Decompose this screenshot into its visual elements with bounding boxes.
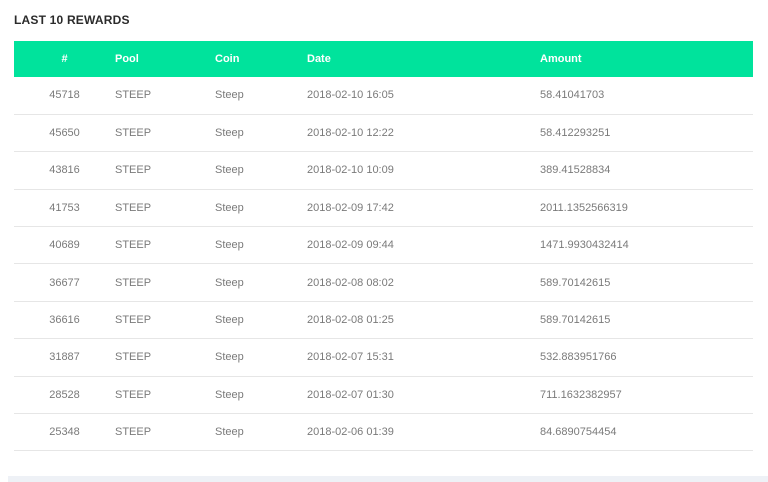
cell-pool: STEEP	[115, 388, 152, 401]
cell-date: 2018-02-10 16:05	[307, 89, 394, 102]
column-header-date: Date	[307, 53, 331, 65]
cell-num: 40689	[49, 239, 80, 252]
cell-date: 2018-02-07 15:31	[307, 351, 394, 364]
table-row: 43816 STEEP Steep 2018-02-10 10:09 389.41528…	[14, 152, 753, 190]
table-header-row: # Pool Coin Date Amount	[14, 41, 753, 77]
cell-num: 45650	[49, 127, 80, 140]
table-row: 31887 STEEP Steep 2018-02-07 15:31 532.88395…	[14, 339, 753, 377]
cell-pool: STEEP	[115, 201, 152, 214]
cell-pool: STEEP	[115, 314, 152, 327]
cell-pool: STEEP	[115, 276, 152, 289]
cell-amount: 84.6890754454	[540, 426, 617, 439]
cell-coin: Steep	[215, 388, 244, 401]
cell-coin: Steep	[215, 164, 244, 177]
cell-amount: 589.70142615	[540, 276, 611, 289]
cell-date: 2018-02-10 12:22	[307, 127, 394, 140]
cell-num: 28528	[49, 388, 80, 401]
rewards-page: LAST 10 REWARDS # Pool Coin Date Amount …	[0, 0, 768, 482]
cell-num: 41753	[49, 201, 80, 214]
table-row: 45650 STEEP Steep 2018-02-10 12:22 58.412293…	[14, 114, 753, 152]
cell-amount: 589.70142615	[540, 314, 611, 327]
cell-date: 2018-02-07 01:30	[307, 388, 394, 401]
column-header-pool: Pool	[115, 53, 139, 65]
cell-date: 2018-02-08 01:25	[307, 314, 394, 327]
cell-date: 2018-02-10 10:09	[307, 164, 394, 177]
cell-amount: 532.883951766	[540, 351, 617, 364]
cell-num: 36677	[49, 276, 80, 289]
cell-coin: Steep	[215, 426, 244, 439]
cell-coin: Steep	[215, 239, 244, 252]
cell-date: 2018-02-08 08:02	[307, 276, 394, 289]
table-row: 41753 STEEP Steep 2018-02-09 17:42 2011.1352…	[14, 189, 753, 227]
cell-num: 25348	[49, 426, 80, 439]
footer-strip	[8, 476, 768, 482]
table-row: 36616 STEEP Steep 2018-02-08 01:25 589.70142…	[14, 301, 753, 339]
table-row: 36677 STEEP Steep 2018-02-08 08:02 589.70142…	[14, 264, 753, 302]
table-row: 25348 STEEP Steep 2018-02-06 01:39 84.689075…	[14, 414, 753, 451]
cell-pool: STEEP	[115, 426, 152, 439]
cell-pool: STEEP	[115, 164, 152, 177]
cell-num: 43816	[49, 164, 80, 177]
cell-num: 36616	[49, 314, 80, 327]
column-header-amount: Amount	[540, 53, 582, 65]
cell-amount: 711.1632382957	[540, 388, 622, 401]
cell-pool: STEEP	[115, 351, 152, 364]
cell-date: 2018-02-09 09:44	[307, 239, 394, 252]
section-title: LAST 10 REWARDS	[14, 13, 130, 27]
table-row: 45718 STEEP Steep 2018-02-10 16:05 58.410417…	[14, 77, 753, 115]
cell-pool: STEEP	[115, 127, 152, 140]
cell-coin: Steep	[215, 351, 244, 364]
table-header: # Pool Coin Date Amount	[14, 41, 753, 77]
cell-coin: Steep	[215, 314, 244, 327]
table-row: 40689 STEEP Steep 2018-02-09 09:44 1471.9930…	[14, 227, 753, 264]
cell-coin: Steep	[215, 127, 244, 140]
cell-amount: 1471.9930432414	[540, 239, 629, 252]
table-body: 45718 STEEP Steep 2018-02-10 16:05 58.410417…	[14, 77, 753, 451]
column-header-coin: Coin	[215, 53, 240, 65]
cell-num: 31887	[49, 351, 80, 364]
cell-date: 2018-02-09 17:42	[307, 201, 394, 214]
cell-date: 2018-02-06 01:39	[307, 426, 394, 439]
column-header-num: #	[61, 53, 68, 65]
cell-pool: STEEP	[115, 239, 152, 252]
cell-amount: 2011.1352566319	[540, 201, 628, 214]
cell-num: 45718	[49, 89, 80, 102]
cell-amount: 58.41041703	[540, 89, 605, 102]
cell-pool: STEEP	[115, 89, 152, 102]
cell-amount: 58.412293251	[540, 127, 611, 140]
table-row: 28528 STEEP Steep 2018-02-07 01:30 711.16323…	[14, 376, 753, 414]
cell-coin: Steep	[215, 276, 244, 289]
cell-amount: 389.41528834	[540, 164, 611, 177]
rewards-table: # Pool Coin Date Amount 45718 STEEP Steep 2…	[14, 41, 753, 451]
cell-coin: Steep	[215, 89, 244, 102]
cell-coin: Steep	[215, 201, 244, 214]
